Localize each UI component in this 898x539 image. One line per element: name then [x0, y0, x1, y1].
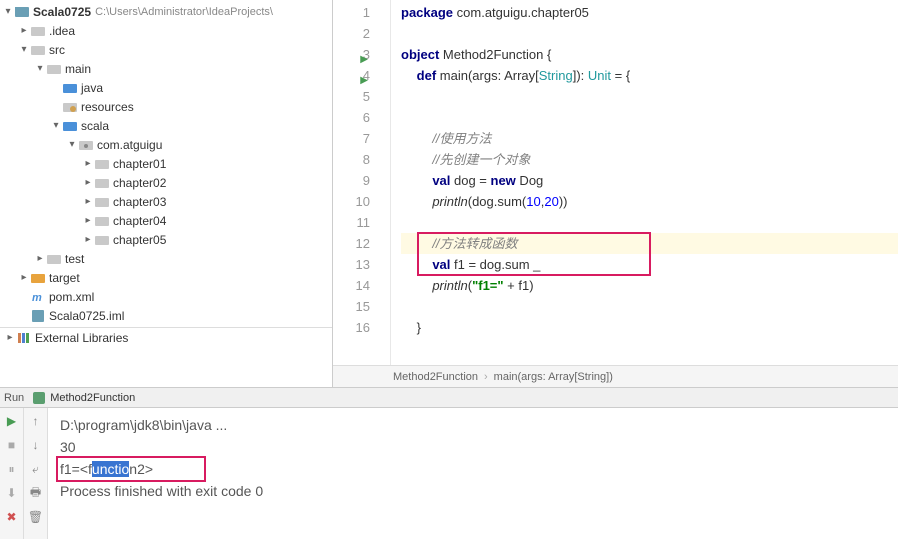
up-button[interactable]: ↑: [27, 412, 45, 430]
tree-resources[interactable]: resources: [0, 97, 332, 116]
trash-button[interactable]: 🗑: [27, 508, 45, 526]
module-icon: [30, 308, 46, 324]
source-folder-icon: [62, 80, 78, 96]
folder-icon: [30, 23, 46, 39]
tree-java[interactable]: java: [0, 78, 332, 97]
chevron-down-icon: ▾: [50, 120, 62, 131]
package-icon: [94, 194, 110, 210]
rerun-button[interactable]: ▶: [3, 412, 21, 430]
package-icon: [94, 232, 110, 248]
tree-ch01[interactable]: ▸ chapter01: [0, 154, 332, 173]
code-body[interactable]: package com.atguigu.chapter05 object Met…: [391, 0, 898, 365]
tree-target[interactable]: ▸ target: [0, 268, 332, 287]
tree-ch02[interactable]: ▸ chapter02: [0, 173, 332, 192]
chevron-right-icon: ▸: [18, 272, 30, 283]
tree-ch03[interactable]: ▸ chapter03: [0, 192, 332, 211]
run-config-icon: [32, 391, 46, 405]
run-panel: Run Method2Function ▶ ■ ⏸ ⬇ ✖ ↑ ↓ ⤶ 🖶 🗑 …: [0, 388, 898, 539]
project-tree: ▾ Scala0725 C:\Users\Administrator\IdeaP…: [0, 0, 333, 387]
tree-iml[interactable]: Scala0725.iml: [0, 306, 332, 325]
package-icon: [94, 213, 110, 229]
breadcrumb: Method2Function › main(args: Array[Strin…: [333, 365, 898, 387]
tree-ch04[interactable]: ▸ chapter04: [0, 211, 332, 230]
chevron-right-icon: ▸: [34, 253, 46, 264]
chevron-right-icon: ›: [484, 371, 488, 383]
line-gutter: 1 2 3▶ 4▶ 5 6 7 8 9 10 11 12 13 14 15 16: [333, 0, 391, 365]
print-button[interactable]: 🖶: [27, 484, 45, 502]
stop-button[interactable]: ■: [3, 436, 21, 454]
package-icon: [94, 156, 110, 172]
chevron-down-icon: ▾: [2, 6, 14, 17]
run-toolbar-2: ↑ ↓ ⤶ 🖶 🗑: [24, 408, 48, 539]
svg-text:m: m: [32, 292, 42, 304]
tree-external-libs[interactable]: ▸ External Libraries: [0, 327, 332, 347]
project-name: Scala0725: [33, 5, 91, 19]
down-button[interactable]: ↓: [27, 436, 45, 454]
run-header: Run Method2Function: [0, 388, 898, 408]
breadcrumb-item[interactable]: main(args: Array[String]): [494, 371, 613, 383]
wrap-button[interactable]: ⤶: [27, 460, 45, 478]
chevron-right-icon: ▸: [18, 25, 30, 36]
resource-folder-icon: [62, 99, 78, 115]
folder-icon: [46, 251, 62, 267]
chevron-right-icon: ▸: [82, 234, 94, 245]
chevron-right-icon: ▸: [4, 332, 16, 343]
project-path: C:\Users\Administrator\IdeaProjects\: [95, 6, 273, 18]
tree-scala[interactable]: ▾ scala: [0, 116, 332, 135]
chevron-right-icon: ▸: [82, 196, 94, 207]
console-line: Process finished with exit code 0: [60, 480, 886, 502]
dump-button[interactable]: ⬇: [3, 484, 21, 502]
breadcrumb-item[interactable]: Method2Function: [393, 371, 478, 383]
folder-icon: [46, 61, 62, 77]
library-icon: [16, 330, 32, 346]
code-editor: 1 2 3▶ 4▶ 5 6 7 8 9 10 11 12 13 14 15 16: [333, 0, 898, 387]
tree-idea[interactable]: ▸ .idea: [0, 21, 332, 40]
chevron-right-icon: ▸: [82, 158, 94, 169]
chevron-down-icon: ▾: [34, 63, 46, 74]
console-output[interactable]: D:\program\jdk8\bin\java ... 30 f1=<func…: [48, 408, 898, 539]
pause-button[interactable]: ⏸: [3, 460, 21, 478]
package-icon: [78, 137, 94, 153]
package-icon: [94, 175, 110, 191]
folder-icon: [14, 4, 30, 20]
source-folder-icon: [62, 118, 78, 134]
chevron-right-icon: ▸: [82, 177, 94, 188]
console-line: f1=<function2>: [60, 458, 886, 480]
tree-ch05[interactable]: ▸ chapter05: [0, 230, 332, 249]
folder-icon: [30, 42, 46, 58]
tree-src[interactable]: ▾ src: [0, 40, 332, 59]
console-line: 30: [60, 436, 886, 458]
chevron-down-icon: ▾: [18, 44, 30, 55]
tree-project-root[interactable]: ▾ Scala0725 C:\Users\Administrator\IdeaP…: [0, 2, 332, 21]
tree-pom[interactable]: m pom.xml: [0, 287, 332, 306]
tree-main[interactable]: ▾ main: [0, 59, 332, 78]
tree-test[interactable]: ▸ test: [0, 249, 332, 268]
console-line: D:\program\jdk8\bin\java ...: [60, 414, 886, 436]
tree-pkg[interactable]: ▾ com.atguigu: [0, 135, 332, 154]
target-folder-icon: [30, 270, 46, 286]
chevron-right-icon: ▸: [82, 215, 94, 226]
chevron-down-icon: ▾: [66, 139, 78, 150]
run-tab-name[interactable]: Method2Function: [50, 392, 135, 404]
run-toolbar: ▶ ■ ⏸ ⬇ ✖: [0, 408, 24, 539]
close-button[interactable]: ✖: [3, 508, 21, 526]
maven-icon: m: [30, 289, 46, 305]
run-label: Run: [4, 392, 24, 404]
